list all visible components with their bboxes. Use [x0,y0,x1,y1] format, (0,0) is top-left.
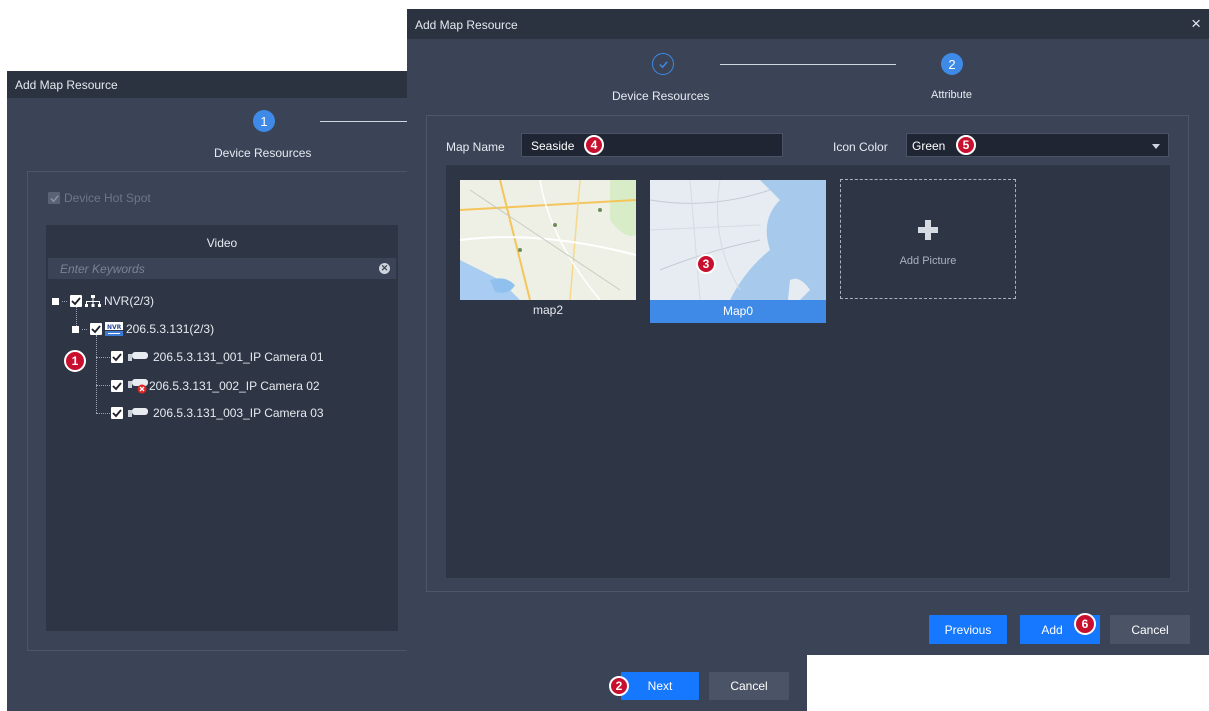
collapse-icon[interactable] [72,325,79,333]
add-picture-label: Add Picture [899,255,957,267]
tree-row-device[interactable]: NVR 206.5.3.131(2/3) [72,322,214,336]
camera-3-label: 206.5.3.131_003_IP Camera 03 [153,406,324,420]
callout-2: 2 [609,676,629,696]
video-tree-panel [46,225,398,631]
callout-4: 4 [584,135,604,155]
step2-label: Attribute [931,89,972,101]
back-cancel-button[interactable]: Cancel [709,672,789,700]
tree-row-camera-2[interactable]: 206.5.3.131_002_IP Camera 02 [111,378,320,394]
callout-1: 1 [64,350,86,372]
step2-number: 2 [941,53,963,75]
device-checkbox[interactable] [90,323,102,335]
tree-connector-4 [96,385,110,386]
front-cancel-label: Cancel [1131,622,1169,637]
tree-row-nvr[interactable]: NVR(2/3) [52,294,154,308]
back-step1-number: 1 [253,110,275,132]
callout-5: 5 [956,135,976,155]
back-step1-label: Device Resources [214,146,312,160]
camera-2-checkbox[interactable] [111,380,123,392]
tree-connector-2 [96,335,97,413]
nvr-label: NVR(2/3) [104,294,155,308]
tree-row-camera-3[interactable]: 206.5.3.131_003_IP Camera 03 [111,406,324,420]
camera-1-label: 206.5.3.131_001_IP Camera 01 [153,350,324,364]
add-picture-tile[interactable]: Add Picture [840,179,1016,299]
map2-thumbnail [460,180,636,300]
back-dialog-titlebar: Add Map Resource [7,71,407,98]
collapse-icon[interactable] [52,297,59,305]
tree-connector-3 [96,357,110,358]
chevron-down-icon[interactable] [1152,144,1160,149]
icon-color-select[interactable]: Green [906,133,1169,157]
next-label: Next [647,679,673,693]
close-icon[interactable]: × [1191,14,1201,34]
svg-text:NVR: NVR [107,324,122,331]
map0-thumbnail [650,180,826,300]
map0-name: Map0 [650,300,826,323]
camera-2-label: 206.5.3.131_002_IP Camera 02 [149,379,320,393]
front-cancel-button[interactable]: Cancel [1110,615,1190,644]
camera-icon [128,408,148,417]
add-label: Add [1041,622,1063,637]
device-label: 206.5.3.131(2/3) [126,322,215,336]
nvr-checkbox[interactable] [70,295,82,307]
network-icon [85,294,101,307]
device-hot-spot-checkbox[interactable]: Device Hot Spot [48,191,151,205]
tree-row-camera-1[interactable]: 206.5.3.131_001_IP Camera 01 [111,350,324,364]
previous-button[interactable]: Previous [929,615,1007,644]
clear-search-icon[interactable]: ✕ [379,263,390,274]
map-tile-map2[interactable]: map2 [460,180,636,320]
front-dialog-titlebar: Add Map Resource × [407,9,1209,39]
map-name-label: Map Name [446,140,505,154]
front-dialog-title: Add Map Resource [415,18,518,32]
back-cancel-label: Cancel [730,679,768,693]
front-step-line [720,64,896,65]
back-dialog-title: Add Map Resource [15,78,118,92]
next-button[interactable]: Next [621,672,699,700]
hot-spot-label: Device Hot Spot [64,191,151,205]
step1-done-icon [652,53,674,75]
previous-label: Previous [944,622,992,637]
plus-icon [918,220,938,240]
map-name-input[interactable]: Seaside [521,133,783,157]
camera-3-checkbox[interactable] [111,407,123,419]
back-step-line [320,121,407,122]
callout-3: 3 [696,254,716,274]
video-header: Video [206,236,238,250]
hot-spot-check-icon [48,192,60,204]
search-input[interactable]: Enter Keywords ✕ [48,258,396,279]
camera-icon [128,352,148,361]
icon-color-value: Green [912,139,946,153]
camera-offline-icon [128,379,148,394]
step1-label: Device Resources [612,89,710,103]
camera-1-checkbox[interactable] [111,351,123,363]
callout-6: 6 [1074,613,1096,635]
icon-color-label: Icon Color [833,140,888,154]
map2-name: map2 [532,303,564,317]
map-tile-map0[interactable]: Map0 [650,180,826,323]
search-placeholder: Enter Keywords [60,262,145,276]
tree-connector-5 [96,413,110,414]
nvr-device-icon: NVR [105,322,123,336]
map-name-value: Seaside [531,139,575,153]
